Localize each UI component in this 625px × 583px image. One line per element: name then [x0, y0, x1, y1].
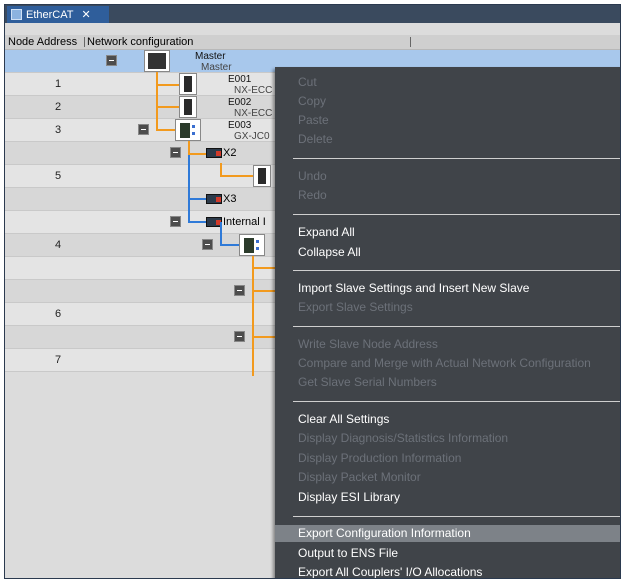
context-menu: Cut Copy Paste Delete Undo Redo Expand A…	[275, 67, 620, 578]
collapse-icon[interactable]	[170, 216, 181, 227]
junction-coupler-icon	[239, 234, 265, 256]
tab-bar: EtherCAT ✕	[5, 5, 620, 23]
menu-item-compare-merge[interactable]: Compare and Merge with Actual Network Co…	[298, 356, 591, 370]
menu-item-collapse-all[interactable]: Collapse All	[298, 245, 361, 259]
collapse-icon[interactable]	[202, 239, 213, 250]
menu-separator	[293, 516, 620, 517]
menu-item-redo[interactable]: Redo	[298, 188, 327, 202]
node-model: GX-JC0	[234, 131, 270, 142]
menu-separator	[293, 214, 620, 215]
collapse-icon[interactable]	[138, 124, 149, 135]
port-icon	[206, 194, 222, 204]
node-model: Master	[201, 62, 232, 73]
menu-separator	[293, 326, 620, 327]
menu-item-export-configuration[interactable]: Export Configuration Information	[275, 525, 620, 542]
slave-device-icon	[253, 165, 271, 187]
connection-line	[220, 244, 239, 246]
menu-separator	[293, 158, 620, 159]
connection-line	[220, 222, 222, 244]
connection-line	[252, 267, 275, 269]
node-address: 3	[55, 124, 62, 136]
ethercat-editor: EtherCAT ✕ Node Address Network configur…	[4, 4, 621, 579]
menu-item-write-node-address[interactable]: Write Slave Node Address	[298, 337, 438, 351]
column-divider[interactable]	[84, 37, 85, 47]
menu-item-packet-monitor[interactable]: Display Packet Monitor	[298, 470, 421, 484]
menu-item-copy[interactable]: Copy	[298, 94, 326, 108]
close-icon[interactable]: ✕	[81, 8, 90, 21]
menu-item-delete[interactable]: Delete	[298, 132, 333, 146]
node-name: E001	[228, 74, 252, 85]
menu-item-import-slave-settings[interactable]: Import Slave Settings and Insert New Sla…	[298, 281, 529, 295]
collapse-icon[interactable]	[170, 147, 181, 158]
collapse-icon[interactable]	[106, 55, 117, 66]
column-divider[interactable]	[410, 37, 411, 47]
node-address: 5	[55, 170, 62, 182]
port-label: X2	[223, 147, 237, 159]
menu-item-clear-all-settings[interactable]: Clear All Settings	[298, 412, 389, 426]
ethercat-tab-icon	[11, 9, 22, 20]
slave-device-icon	[179, 73, 197, 95]
menu-item-undo[interactable]: Undo	[298, 169, 327, 183]
node-model: NX-ECC	[234, 85, 273, 96]
node-address: 7	[55, 354, 62, 366]
node-name: Master	[195, 51, 226, 62]
port-icon	[206, 148, 222, 158]
connection-line	[156, 84, 179, 86]
menu-item-paste[interactable]: Paste	[298, 113, 329, 127]
collapse-icon[interactable]	[234, 331, 245, 342]
node-model: NX-ECC	[234, 108, 273, 119]
port-label: Internal I	[223, 216, 266, 228]
connection-line	[188, 198, 206, 200]
node-address: 4	[55, 239, 62, 251]
node-address: 2	[55, 101, 62, 113]
node-address: 1	[55, 78, 62, 90]
connection-line	[252, 256, 254, 376]
header-node-address: Node Address	[8, 36, 78, 48]
node-name: E002	[228, 97, 252, 108]
collapse-icon[interactable]	[234, 285, 245, 296]
connection-line	[156, 108, 158, 129]
menu-item-diagnosis-statistics[interactable]: Display Diagnosis/Statistics Information	[298, 431, 508, 445]
connection-line	[188, 221, 206, 223]
connection-line	[252, 336, 275, 338]
connection-line	[156, 106, 179, 108]
node-address: 6	[55, 308, 62, 320]
menu-item-get-serial-numbers[interactable]: Get Slave Serial Numbers	[298, 375, 437, 389]
connection-line	[156, 129, 175, 131]
menu-item-export-couplers-io[interactable]: Export All Couplers' I/O Allocations	[298, 565, 482, 578]
menu-separator	[293, 401, 620, 402]
node-name: E003	[228, 120, 252, 131]
menu-item-output-ens-file[interactable]: Output to ENS File	[298, 546, 398, 560]
master-device-icon	[144, 50, 170, 72]
port-label: X3	[223, 193, 237, 205]
column-header: Node Address Network configuration	[5, 35, 620, 50]
tab-title: EtherCAT	[26, 8, 74, 21]
tab-ethercat[interactable]: EtherCAT ✕	[7, 6, 109, 23]
menu-separator	[293, 270, 620, 271]
connection-line	[156, 72, 158, 106]
connection-line	[188, 155, 190, 221]
junction-coupler-icon	[175, 119, 201, 141]
connection-line	[252, 290, 275, 292]
menu-item-production-information[interactable]: Display Production Information	[298, 451, 461, 465]
menu-item-esi-library[interactable]: Display ESI Library	[298, 490, 400, 504]
connection-line	[220, 175, 253, 177]
menu-item-export-slave-settings[interactable]: Export Slave Settings	[298, 300, 413, 314]
menu-item-expand-all[interactable]: Expand All	[298, 225, 355, 239]
connection-line	[188, 153, 206, 155]
menu-item-cut[interactable]: Cut	[298, 75, 317, 89]
slave-device-icon	[179, 96, 197, 118]
header-network-configuration: Network configuration	[87, 36, 194, 48]
